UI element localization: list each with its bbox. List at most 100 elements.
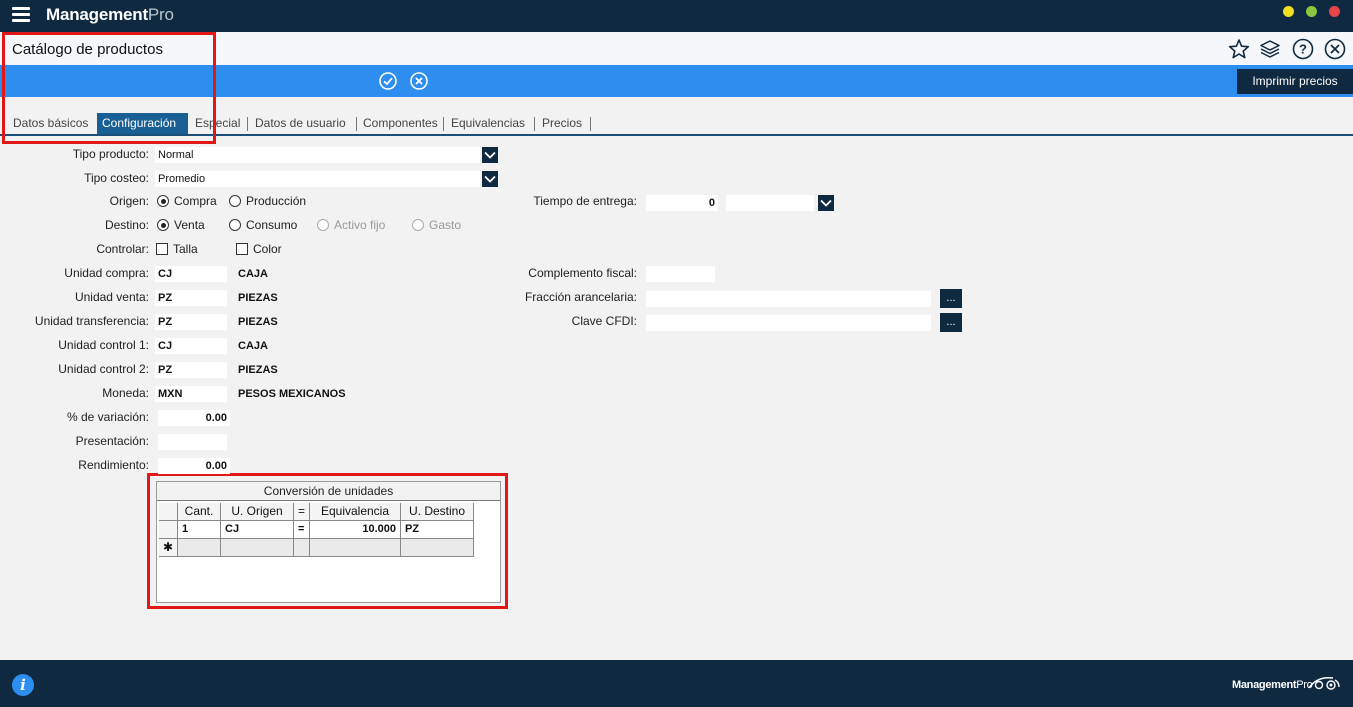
destino-activo-fijo-radio: Activo fijo: [317, 218, 385, 232]
title-bar: ManagementPro: [0, 0, 1353, 32]
controlar-label: Controlar:: [96, 242, 149, 256]
close-form-icon[interactable]: [1324, 38, 1346, 60]
print-prices-button[interactable]: Imprimir precios: [1237, 69, 1353, 94]
unidad-venta-label: Unidad venta:: [74, 290, 149, 304]
col-header-equals[interactable]: =: [294, 503, 310, 521]
clave-cfdi-input[interactable]: [646, 315, 931, 331]
chevron-down-icon: [484, 175, 496, 183]
new-cell-u-destino[interactable]: [401, 539, 474, 557]
unidad-control2-label: Unidad control 2:: [58, 362, 149, 376]
moneda-label: Moneda:: [102, 386, 149, 400]
row-header-corner: [159, 503, 178, 521]
fraccion-arancelaria-label: Fracción arancelaria:: [524, 290, 637, 304]
unidad-venta-desc: PIEZAS: [238, 292, 278, 304]
tiempo-entrega-input[interactable]: 0: [646, 195, 718, 211]
controlar-color-checkbox[interactable]: Color: [236, 242, 282, 256]
row-selector[interactable]: [159, 521, 178, 539]
tipo-producto-select[interactable]: Normal: [155, 147, 480, 163]
chevron-down-icon: [820, 199, 832, 207]
status-footer: i ManagementPro: [0, 660, 1353, 707]
col-header-equivalencia[interactable]: Equivalencia: [310, 503, 401, 521]
tipo-costeo-select[interactable]: Promedio: [155, 171, 480, 187]
cell-u-destino[interactable]: PZ: [401, 521, 474, 539]
maximize-button[interactable]: [1306, 6, 1317, 17]
col-header-u-origen[interactable]: U. Origen: [221, 503, 294, 521]
star-icon[interactable]: [1228, 38, 1250, 60]
rendimiento-input[interactable]: 0.00: [158, 458, 230, 474]
tiempo-entrega-unit-select[interactable]: [726, 195, 814, 211]
tab-equivalencias[interactable]: Equivalencias: [446, 113, 530, 134]
col-header-u-destino[interactable]: U. Destino: [401, 503, 474, 521]
minimize-button[interactable]: [1283, 6, 1294, 17]
tab-precios[interactable]: Precios: [537, 113, 587, 134]
cell-equivalencia[interactable]: 10.000: [310, 521, 401, 539]
unidad-transferencia-input[interactable]: PZ: [155, 314, 227, 330]
new-cell-equivalencia[interactable]: [310, 539, 401, 557]
fraccion-arancelaria-browse-button[interactable]: ...: [940, 289, 962, 308]
cell-u-origen[interactable]: CJ: [221, 521, 294, 539]
info-icon[interactable]: i: [12, 674, 34, 696]
tab-separator: [356, 117, 357, 131]
close-window-button[interactable]: [1329, 6, 1340, 17]
unidad-venta-input[interactable]: PZ: [155, 290, 227, 306]
col-header-cant[interactable]: Cant.: [178, 503, 221, 521]
origen-compra-radio[interactable]: Compra: [157, 194, 217, 208]
unidad-control1-input[interactable]: CJ: [155, 338, 227, 354]
chevron-down-icon: [484, 151, 496, 159]
confirm-icon[interactable]: [379, 72, 397, 90]
help-icon[interactable]: ?: [1292, 38, 1314, 60]
origen-label: Origen:: [109, 194, 149, 208]
cell-cant[interactable]: 1: [178, 521, 221, 539]
tab-separator: [247, 117, 248, 131]
clave-cfdi-browse-button[interactable]: ...: [940, 313, 962, 332]
layers-icon[interactable]: [1259, 38, 1281, 60]
menu-icon[interactable]: [12, 7, 30, 23]
moneda-desc: PESOS MEXICANOS: [238, 388, 346, 400]
variacion-input[interactable]: 0.00: [158, 410, 230, 426]
tipo-costeo-label: Tipo costeo:: [84, 171, 149, 185]
unidad-control2-desc: PIEZAS: [238, 364, 278, 376]
complemento-fiscal-label: Complemento fiscal:: [528, 266, 637, 280]
destino-consumo-radio[interactable]: Consumo: [229, 218, 297, 232]
presentacion-label: Presentación:: [75, 434, 149, 448]
rendimiento-label: Rendimiento:: [78, 458, 149, 472]
app-brand: ManagementPro: [46, 5, 174, 24]
destino-venta-radio[interactable]: Venta: [157, 218, 205, 232]
tiempo-entrega-dropdown-button[interactable]: [818, 195, 834, 211]
fraccion-arancelaria-input[interactable]: [646, 291, 931, 307]
tipo-costeo-dropdown-button[interactable]: [482, 171, 498, 187]
conversion-grid-title: Conversión de unidades: [157, 482, 500, 501]
unidad-transferencia-desc: PIEZAS: [238, 316, 278, 328]
controlar-talla-checkbox[interactable]: Talla: [156, 242, 198, 256]
brand-logo-icon: [1308, 676, 1340, 690]
cancel-icon[interactable]: [410, 72, 428, 90]
new-cell-cant[interactable]: [178, 539, 221, 557]
new-cell-u-origen[interactable]: [221, 539, 294, 557]
destino-label: Destino:: [104, 218, 149, 232]
conversion-grid: Conversión de unidades Cant. U. Origen =…: [156, 481, 501, 603]
unidad-transferencia-label: Unidad transferencia:: [34, 314, 149, 328]
tab-datos-usuario[interactable]: Datos de usuario: [250, 113, 351, 134]
unidad-control1-desc: CAJA: [238, 340, 268, 352]
complemento-fiscal-input[interactable]: [646, 266, 715, 282]
unidad-compra-input[interactable]: CJ: [155, 266, 227, 282]
unidad-control2-input[interactable]: PZ: [155, 362, 227, 378]
unidad-compra-desc: CAJA: [238, 268, 268, 280]
moneda-input[interactable]: MXN: [155, 386, 227, 402]
highlight-box-header: [2, 32, 216, 144]
new-cell-equals: [294, 539, 310, 557]
destino-gasto-radio: Gasto: [412, 218, 461, 232]
svg-text:?: ?: [1299, 42, 1307, 57]
tipo-producto-dropdown-button[interactable]: [482, 147, 498, 163]
tab-componentes[interactable]: Componentes: [358, 113, 443, 134]
footer-brand: ManagementPro: [1232, 679, 1313, 691]
tab-separator: [590, 117, 591, 131]
tipo-producto-label: Tipo producto:: [72, 147, 149, 161]
tab-separator: [534, 117, 535, 131]
origen-produccion-radio[interactable]: Producción: [229, 194, 306, 208]
cell-equals: =: [294, 521, 310, 539]
tab-separator: [443, 117, 444, 131]
variacion-label: % de variación:: [66, 410, 149, 424]
unidad-control1-label: Unidad control 1:: [58, 338, 149, 352]
presentacion-input[interactable]: [158, 434, 227, 450]
